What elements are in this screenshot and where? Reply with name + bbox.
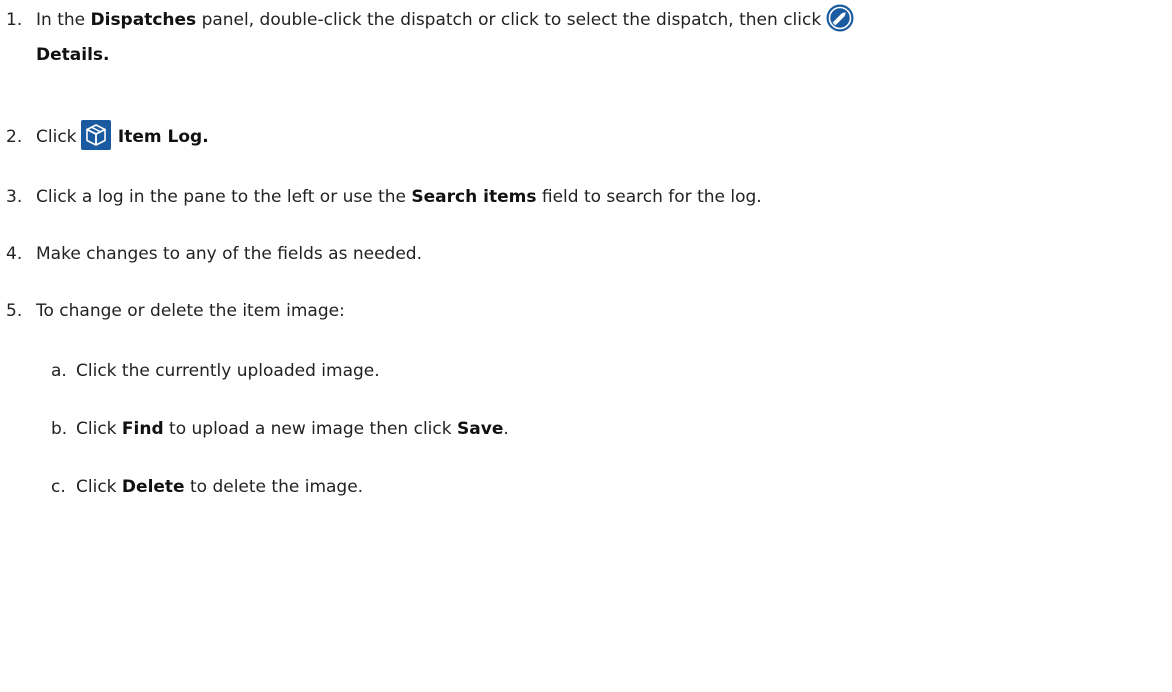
instructions-document: 1. In the Dispatches panel, double-click…	[0, 0, 1172, 692]
substep-text: Click the currently uploaded image.	[76, 361, 380, 381]
step-number: 2.	[6, 127, 23, 147]
substep-letter: b.	[51, 419, 68, 439]
step-number: 5.	[6, 301, 23, 321]
substep-text: Click	[76, 477, 117, 497]
step-text: field to search for the log.	[541, 187, 762, 207]
step-text: panel, double-click the dispatch or clic…	[201, 10, 822, 30]
box-icon	[80, 120, 111, 163]
search-items-label: Search items	[411, 187, 537, 207]
substep-letter: a.	[51, 361, 67, 381]
find-label: Find	[121, 419, 164, 439]
step-number: 4.	[6, 244, 23, 264]
step-number: 1.	[6, 10, 23, 30]
substep-text: Click	[76, 419, 117, 439]
step-text: Make changes to any of the fields as nee…	[36, 244, 422, 264]
pencil-edit-icon	[825, 3, 855, 46]
substep-text: to delete the image.	[189, 477, 364, 497]
substep-text: to upload a new image then click	[169, 419, 452, 439]
item-log-label: Item Log.	[117, 127, 209, 147]
step-text: To change or delete the item image:	[36, 301, 345, 321]
delete-label: Delete	[121, 477, 185, 497]
step-text: In the	[36, 10, 86, 30]
details-label: Details.	[36, 45, 110, 65]
step-text: Click	[36, 127, 77, 147]
substep-text: .	[503, 419, 509, 439]
substep-letter: c.	[51, 477, 66, 497]
save-label: Save	[457, 419, 504, 439]
step-number: 3.	[6, 187, 23, 207]
step-text: Click a log in the pane to the left or u…	[36, 187, 406, 207]
dispatches-panel-label: Dispatches	[90, 10, 197, 30]
